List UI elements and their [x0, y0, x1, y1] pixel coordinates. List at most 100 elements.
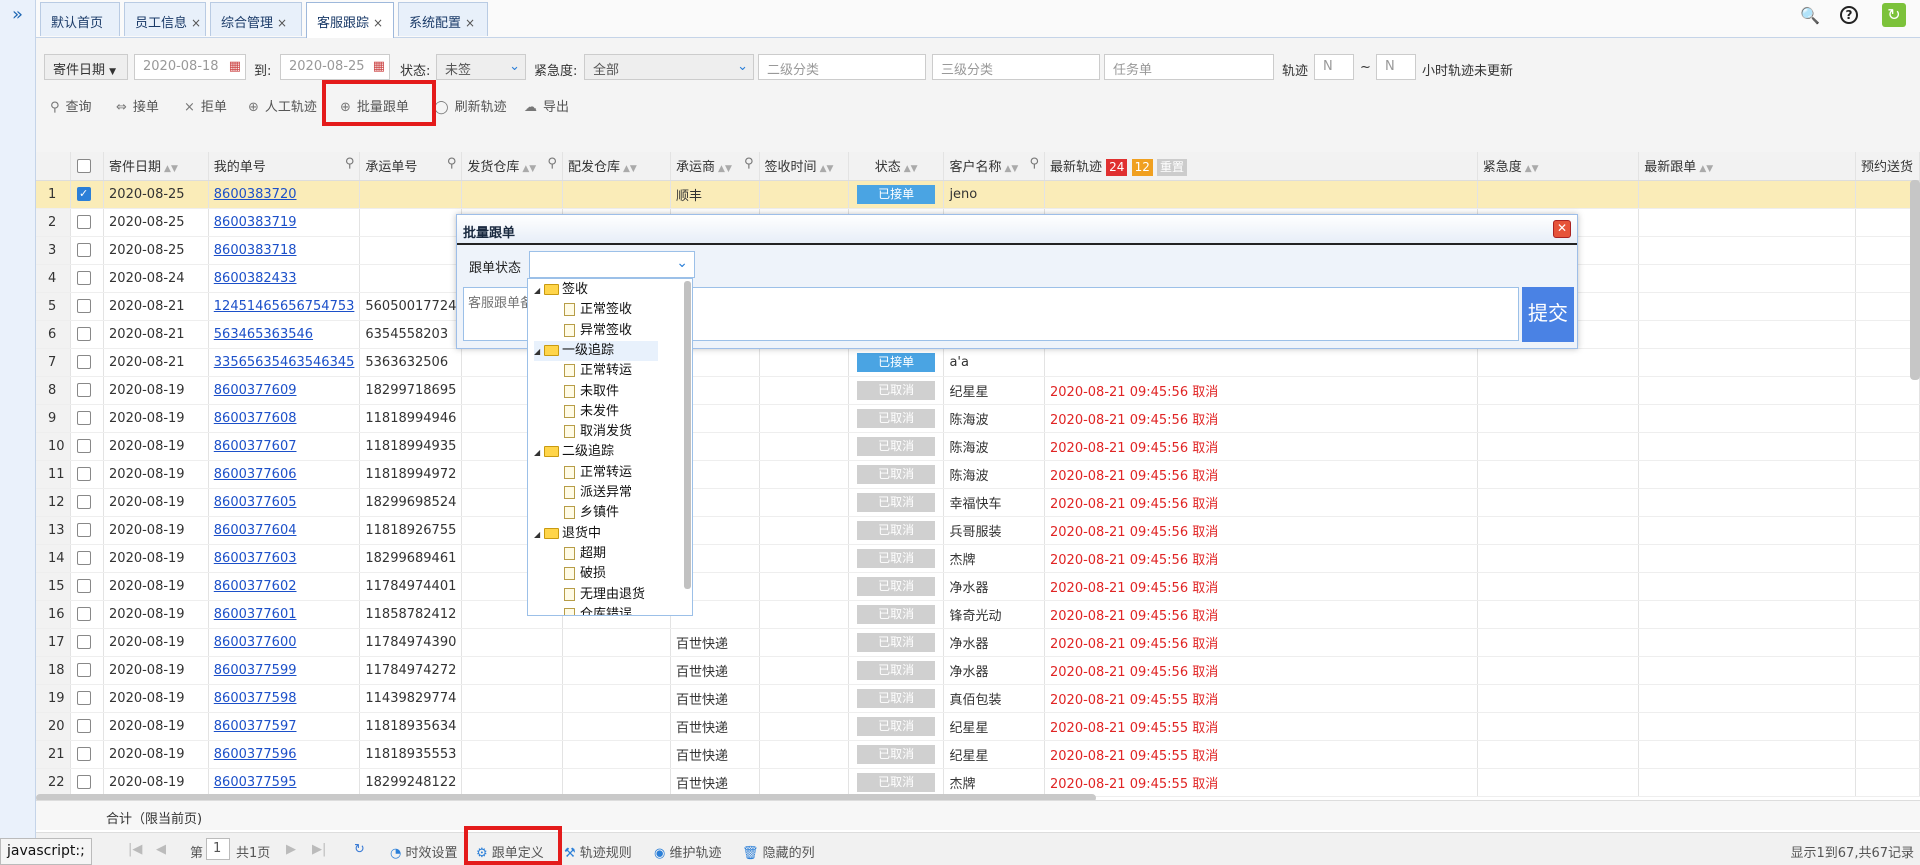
search-icon[interactable]: ⚲ [1029, 156, 1039, 171]
calendar-icon[interactable]: ▦ [229, 59, 241, 74]
search-icon[interactable]: ⚲ [547, 156, 557, 171]
col-customer[interactable]: 客户名称 ▲▼ ⚲ [943, 152, 1046, 181]
col-ship-warehouse[interactable]: 发货仓库 ▲▼ ⚲ [461, 152, 563, 181]
tab-customer-service[interactable]: 客服跟踪 × [306, 2, 394, 38]
col-eta[interactable]: 预约送货 [1855, 152, 1920, 181]
tree-folder-node[interactable]: ◢ 签收 [534, 280, 588, 300]
tab-system-config[interactable]: 系统配置 × [398, 2, 488, 36]
col-my-no[interactable]: 我的单号 ⚲ [208, 152, 361, 181]
row-checkbox[interactable] [70, 740, 105, 769]
col-sign-time[interactable]: 签收时间 ▲▼ [759, 152, 849, 181]
row-checkbox[interactable] [70, 516, 105, 545]
order-link[interactable]: 8600377597 [214, 719, 297, 734]
cell-my-no[interactable]: 8600377597 [208, 712, 361, 741]
tree-leaf-node[interactable]: 正常转运 [564, 361, 632, 381]
row-checkbox[interactable] [70, 572, 105, 601]
search-icon[interactable]: 🔍 [1800, 6, 1820, 25]
order-link[interactable]: 8600377606 [214, 467, 297, 482]
tab-home[interactable]: 默认首页 [40, 2, 120, 36]
cell-my-no[interactable]: 563465363546 [208, 320, 361, 349]
cell-my-no[interactable]: 8600377609 [208, 376, 361, 405]
reset-badge[interactable]: 重置 [1157, 158, 1188, 176]
tree-leaf-node[interactable]: 异常签收 [564, 321, 632, 341]
urgency-select[interactable]: 全部 ⌄ [584, 54, 754, 80]
col-date[interactable]: 寄件日期 ▲▼ [103, 152, 209, 181]
expand-triangle-icon[interactable]: ◢ [534, 281, 544, 301]
hidden-columns-button[interactable]: 🗑 隐藏的列 [742, 842, 815, 861]
row-checkbox[interactable] [70, 712, 105, 741]
table-row[interactable]: 13 2020-08-19 8600377604 11818926755 已取消 兵哥服装… [36, 516, 1920, 545]
prev-page-icon[interactable]: ◀ [156, 842, 166, 857]
cell-my-no[interactable]: 8600382433 [208, 264, 361, 293]
query-button[interactable]: ⚲ 查询 [50, 96, 92, 115]
refresh-icon[interactable]: ↻ [1882, 3, 1906, 27]
date-type-select[interactable]: 寄件日期 ▼ [44, 54, 128, 80]
close-icon[interactable]: × [191, 16, 201, 30]
expand-icon[interactable]: » [12, 4, 23, 25]
hours-to-input[interactable]: N [1376, 54, 1416, 80]
cell-my-no[interactable]: 8600377598 [208, 684, 361, 713]
table-row[interactable]: 1 ✓ 2020-08-25 8600383720 顺丰 已接单 jeno [36, 180, 1920, 209]
table-row[interactable]: 10 2020-08-19 8600377607 11818994935 已取消 陈海波 2… [36, 432, 1920, 461]
order-link[interactable]: 8600377601 [214, 607, 297, 622]
track-rules-button[interactable]: ⚒ 轨迹规则 [564, 842, 632, 861]
expand-triangle-icon[interactable]: ◢ [534, 443, 544, 463]
row-checkbox[interactable] [70, 460, 105, 489]
level2-input[interactable]: 二级分类 [758, 54, 926, 80]
next-page-icon[interactable]: ▶ [286, 842, 296, 857]
tree-folder-node[interactable]: ◢ 一级追踪 [534, 340, 658, 362]
export-button[interactable]: ☁ 导出 [524, 96, 569, 115]
expand-triangle-icon[interactable]: ◢ [534, 342, 544, 362]
table-row[interactable]: 7 2020-08-21 33565635463546345 5363632506 已接… [36, 348, 1920, 377]
tree-leaf-node[interactable]: 正常转运 [564, 463, 632, 483]
col-latest-track[interactable]: 最新轨迹 24 12 重置 [1044, 152, 1478, 181]
cell-my-no[interactable]: 8600377596 [208, 740, 361, 769]
cell-my-no[interactable]: 12451465656754753 [208, 292, 361, 321]
tree-leaf-node[interactable]: 超期 [564, 544, 606, 564]
tree-leaf-node[interactable]: 破损 [564, 564, 606, 584]
manual-track-button[interactable]: ⊕ 人工轨迹 [248, 96, 317, 115]
row-checkbox[interactable] [70, 404, 105, 433]
tab-general[interactable]: 综合管理 × [210, 2, 302, 36]
table-row[interactable]: 20 2020-08-19 8600377597 11818935634 百世快递 已取消… [36, 712, 1920, 741]
row-checkbox[interactable] [70, 348, 105, 377]
hours-from-input[interactable]: N [1314, 54, 1354, 80]
table-row[interactable]: 21 2020-08-19 8600377596 11818935553 百世快递 已取消… [36, 740, 1920, 769]
row-checkbox[interactable] [70, 768, 105, 797]
cell-my-no[interactable]: 8600377602 [208, 572, 361, 601]
tree-leaf-node[interactable]: 派送异常 [564, 483, 632, 503]
cell-my-no[interactable]: 33565635463546345 [208, 348, 361, 377]
table-row[interactable]: 11 2020-08-19 8600377606 11818994972 已取消 陈海波 2… [36, 460, 1920, 489]
col-carrier[interactable]: 承运商 ▲▼ ⚲ [670, 152, 760, 181]
cell-my-no[interactable]: 8600383720 [208, 180, 361, 209]
order-link[interactable]: 8600377604 [214, 523, 297, 538]
order-link[interactable]: 8600383718 [214, 243, 297, 258]
tree-leaf-node[interactable]: 正常签收 [564, 300, 632, 320]
row-checkbox[interactable] [70, 600, 105, 629]
row-checkbox[interactable] [70, 292, 105, 321]
reload-icon[interactable]: ↻ [354, 842, 365, 857]
table-row[interactable]: 16 2020-08-19 8600377601 11858782412 已取消 锋奇光动… [36, 600, 1920, 629]
close-icon[interactable]: ✕ [1553, 220, 1571, 238]
row-checkbox[interactable] [70, 488, 105, 517]
task-input[interactable]: 任务单 [1104, 54, 1274, 80]
table-row[interactable]: 19 2020-08-19 8600377598 11439829774 百世快递 已取消… [36, 684, 1920, 713]
first-page-icon[interactable]: |◀ [128, 842, 142, 857]
table-row[interactable]: 14 2020-08-19 8600377603 18299689461 已取消 杰牌 20… [36, 544, 1920, 573]
maintain-track-button[interactable]: ◉ 维护轨迹 [654, 842, 722, 861]
col-dist-warehouse[interactable]: 配发仓库 ▲▼ [562, 152, 672, 181]
row-checkbox[interactable] [70, 208, 105, 237]
cell-my-no[interactable]: 8600377605 [208, 488, 361, 517]
close-icon[interactable]: × [277, 16, 287, 30]
cell-my-no[interactable]: 8600377599 [208, 656, 361, 685]
search-icon[interactable]: ⚲ [744, 156, 754, 171]
tree-folder-node[interactable]: ◢ 退货中 [534, 524, 601, 544]
order-link[interactable]: 8600377603 [214, 551, 297, 566]
tree-leaf-node[interactable]: 未取件 [564, 382, 619, 402]
table-row[interactable]: 15 2020-08-19 8600377602 11784974401 已取消 净水器 2… [36, 572, 1920, 601]
row-checkbox[interactable] [70, 628, 105, 657]
date-from-input[interactable]: 2020-08-18 ▦ [134, 54, 246, 80]
table-row[interactable]: 17 2020-08-19 8600377600 11784974390 百世快递 已取消… [36, 628, 1920, 657]
order-link[interactable]: 8600377609 [214, 383, 297, 398]
tree-leaf-node[interactable]: 取消发货 [564, 422, 632, 442]
